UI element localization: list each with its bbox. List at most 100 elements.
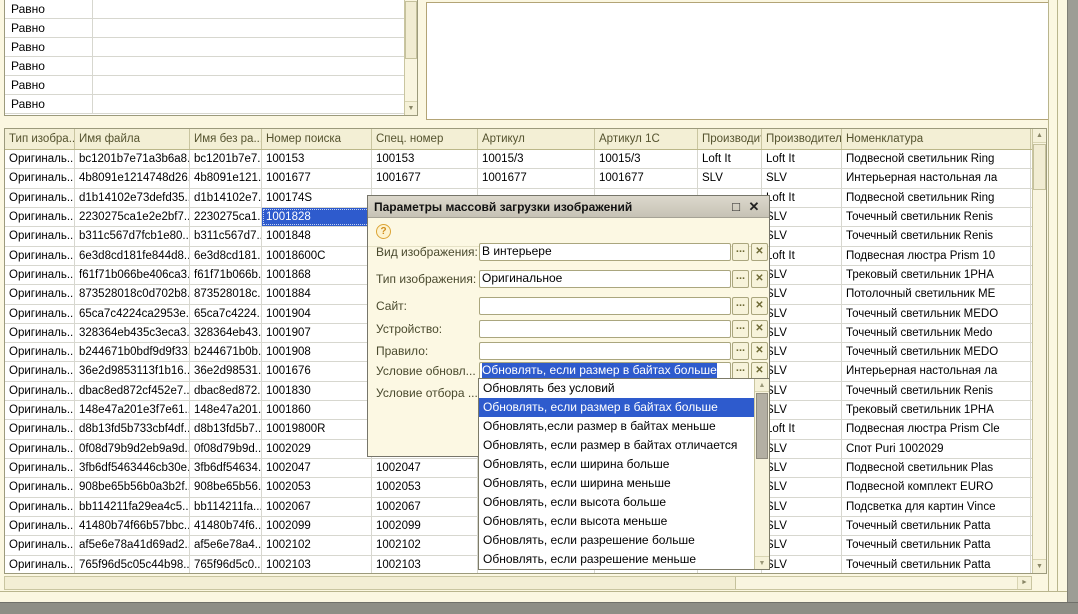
table-cell[interactable]: Оригиналь... — [5, 498, 75, 516]
table-cell[interactable]: SLV — [762, 343, 842, 361]
table-cell[interactable]: Точечный светильник Medo — [842, 324, 1031, 342]
clear-icon[interactable]: ✕ — [751, 243, 768, 261]
table-cell[interactable]: 4b8091e1214748d26... — [75, 169, 190, 187]
table-cell[interactable]: Оригиналь... — [5, 324, 75, 342]
table-cell[interactable]: Loft It — [762, 150, 842, 168]
table-cell[interactable]: f61f71b066b... — [190, 266, 262, 284]
table-cell[interactable]: 1001677 — [478, 169, 595, 187]
table-cell[interactable]: 1002099 — [262, 517, 372, 535]
choose-button[interactable]: ... — [732, 297, 749, 315]
table-cell[interactable]: bb114211fa29ea4c5... — [75, 498, 190, 516]
table-cell[interactable]: 3fb6df54634... — [190, 459, 262, 477]
table-cell[interactable]: 873528018c... — [190, 285, 262, 303]
table-cell[interactable]: 10018600C — [262, 247, 372, 265]
table-cell[interactable]: 1001677 — [262, 169, 372, 187]
table-cell[interactable]: Подвесной комплект EURO — [842, 478, 1031, 496]
table-cell[interactable]: 0f08d79b9d... — [190, 440, 262, 458]
table-cell[interactable]: 1002053 — [262, 478, 372, 496]
field-input[interactable] — [479, 320, 731, 338]
dropdown-item[interactable]: Обновлять, если разрешение больше — [479, 531, 754, 550]
table-cell[interactable]: 3fb6df5463446cb30e... — [75, 459, 190, 477]
table-cell[interactable]: Оригиналь... — [5, 382, 75, 400]
table-cell[interactable]: SLV — [698, 169, 762, 187]
table-cell[interactable]: 65ca7c4224... — [190, 305, 262, 323]
choose-button[interactable]: ... — [732, 320, 749, 338]
table-cell[interactable]: 908be65b56... — [190, 478, 262, 496]
table-cell[interactable]: 1001676 — [262, 362, 372, 380]
table-row[interactable]: Оригиналь...bc1201b7e71a3b6a8...bc1201b7… — [5, 150, 1032, 169]
table-cell[interactable]: SLV — [762, 227, 842, 245]
table-cell[interactable]: SLV — [762, 324, 842, 342]
table-cell[interactable]: Loft It — [762, 247, 842, 265]
table-cell[interactable]: b311c567d7... — [190, 227, 262, 245]
table-cell[interactable]: d8b13fd5b7... — [190, 420, 262, 438]
close-icon[interactable]: ✕ — [745, 197, 763, 217]
table-cell[interactable]: dbac8ed872... — [190, 382, 262, 400]
filter-value-cell[interactable] — [93, 0, 404, 18]
clear-icon[interactable]: ✕ — [751, 342, 768, 360]
dropdown-item[interactable]: Обновлять, если ширина меньше — [479, 474, 754, 493]
clear-icon[interactable]: ✕ — [751, 270, 768, 288]
table-cell[interactable]: Точечный светильник Renis — [842, 382, 1031, 400]
table-cell[interactable]: 1002067 — [262, 498, 372, 516]
table-cell[interactable]: d1b14102e7... — [190, 189, 262, 207]
table-cell[interactable]: Точечный светильник Patta — [842, 517, 1031, 535]
filter-condition-cell[interactable]: Равно — [5, 19, 93, 37]
table-cell[interactable]: SLV — [762, 305, 842, 323]
column-header[interactable]: Артикул — [478, 129, 595, 149]
table-cell[interactable]: 1002029 — [262, 440, 372, 458]
table-cell[interactable]: 1002047 — [262, 459, 372, 477]
column-header[interactable]: Номенклатура — [842, 129, 1031, 149]
table-cell[interactable]: SLV — [762, 517, 842, 535]
table-cell[interactable]: 6e3d8cd181fe844d8... — [75, 247, 190, 265]
table-cell[interactable]: 1001908 — [262, 343, 372, 361]
table-cell[interactable]: Оригиналь... — [5, 517, 75, 535]
table-cell[interactable]: bc1201b7e71a3b6a8... — [75, 150, 190, 168]
scroll-down-icon[interactable]: ▼ — [405, 101, 417, 115]
table-cell[interactable]: d1b14102e73defd35... — [75, 189, 190, 207]
table-cell[interactable]: 0f08d79b9d2eb9a9d... — [75, 440, 190, 458]
table-cell[interactable]: SLV — [762, 556, 842, 573]
table-cell[interactable]: Loft It — [762, 420, 842, 438]
table-cell[interactable]: 10015/3 — [595, 150, 698, 168]
clear-icon[interactable]: ✕ — [751, 297, 768, 315]
table-cell[interactable]: SLV — [762, 401, 842, 419]
table-cell[interactable]: 1001828 — [262, 208, 372, 226]
table-cell[interactable]: 1002067 — [372, 498, 478, 516]
table-cell[interactable]: 1002102 — [372, 536, 478, 554]
table-scrollbar[interactable]: ▲ ▼ — [1032, 129, 1046, 573]
table-hscrollbar[interactable]: ► — [4, 576, 1032, 590]
table-cell[interactable]: SLV — [762, 478, 842, 496]
table-cell[interactable]: 1001848 — [262, 227, 372, 245]
table-cell[interactable]: 328364eb435c3eca3... — [75, 324, 190, 342]
table-cell[interactable]: Трековый светильник 1PHA — [842, 266, 1031, 284]
filter-row[interactable]: Равно — [5, 38, 404, 57]
filter-condition-cell[interactable]: Равно — [5, 57, 93, 75]
table-cell[interactable]: Трековый светильник 1PHA — [842, 401, 1031, 419]
maximize-icon[interactable]: □ — [727, 197, 745, 217]
table-cell[interactable]: 148e47a201e3f7e61... — [75, 401, 190, 419]
table-cell[interactable]: 1002102 — [262, 536, 372, 554]
table-cell[interactable]: b311c567d7fcb1e80... — [75, 227, 190, 245]
table-cell[interactable]: SLV — [762, 382, 842, 400]
table-cell[interactable]: bb114211fa... — [190, 498, 262, 516]
table-hscrollbar-thumb[interactable] — [5, 577, 736, 589]
filter-condition-cell[interactable]: Равно — [5, 76, 93, 94]
table-cell[interactable]: 1001884 — [262, 285, 372, 303]
table-cell[interactable]: Подвесная люстра Prism Cle — [842, 420, 1031, 438]
dropdown-item[interactable]: Обновлять, если ширина больше — [479, 455, 754, 474]
table-row[interactable]: Оригиналь...4b8091e1214748d26...4b8091e1… — [5, 169, 1032, 188]
table-cell[interactable]: 10019800R — [262, 420, 372, 438]
dropdown-scrollbar-thumb[interactable] — [756, 393, 768, 459]
filter-condition-cell[interactable]: Равно — [5, 95, 93, 113]
column-header[interactable]: Имя без ра... — [190, 129, 262, 149]
table-cell[interactable]: Оригиналь... — [5, 247, 75, 265]
table-cell[interactable]: SLV — [762, 440, 842, 458]
table-cell[interactable]: 100153 — [262, 150, 372, 168]
table-cell[interactable]: 328364eb43... — [190, 324, 262, 342]
table-cell[interactable]: SLV — [762, 459, 842, 477]
table-cell[interactable]: Оригиналь... — [5, 556, 75, 573]
table-cell[interactable]: 1002099 — [372, 517, 478, 535]
table-cell[interactable]: bc1201b7e7... — [190, 150, 262, 168]
dropdown-item[interactable]: Обновлять, если разрешение меньше — [479, 550, 754, 569]
